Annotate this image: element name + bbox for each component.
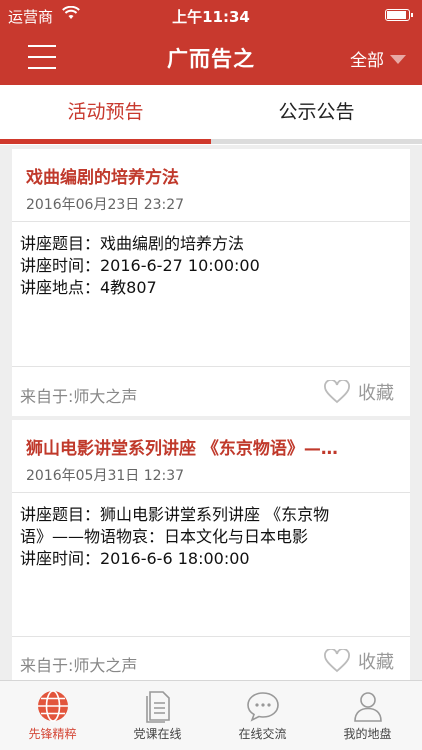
item-source: 来自于:师大之声	[20, 387, 138, 406]
user-icon	[354, 692, 382, 722]
tabbar-item-chat[interactable]: 在线交流	[210, 681, 315, 750]
clock: 上午11:34	[172, 8, 250, 26]
nav-bar: 广而告之 全部	[0, 30, 422, 85]
event-list[interactable]: 戏曲编剧的培养方法 2016年06月23日 23:27 讲座题目：戏曲编剧的培养…	[0, 145, 422, 680]
tabbar-label: 在线交流	[238, 727, 287, 741]
heart-icon	[324, 649, 350, 673]
document-icon	[146, 691, 170, 723]
tab-announcements[interactable]: 公示公告	[211, 85, 422, 141]
item-body: 讲座题目：狮山电影讲堂系列讲座 《东京物 语》——物语物哀：日本文化与日本电影 …	[20, 504, 400, 570]
favorite-label: 收藏	[358, 383, 394, 404]
tabbar-item-party-class[interactable]: 党课在线	[105, 681, 210, 750]
divider	[12, 366, 410, 367]
item-title: 狮山电影讲堂系列讲座 《东京物语》—…	[26, 439, 338, 459]
filter-label: 全部	[350, 51, 384, 71]
divider	[12, 492, 410, 493]
tab-indicator-track	[211, 139, 422, 144]
chevron-down-icon	[390, 55, 406, 64]
bottom-tab-bar: 先锋精粹 党课在线 在线交流 我的地盘	[0, 680, 422, 750]
list-item[interactable]: 狮山电影讲堂系列讲座 《东京物语》—… 2016年05月31日 12:37 讲座…	[12, 420, 410, 680]
tab-activity-preview[interactable]: 活动预告	[0, 85, 211, 141]
status-bar: 运营商 上午11:34	[0, 0, 422, 30]
item-body-line: 讲座时间：2016-6-27 10:00:00	[20, 256, 260, 275]
item-date: 2016年05月31日 12:37	[26, 468, 185, 484]
item-body-line: 讲座题目：戏曲编剧的培养方法	[20, 234, 245, 253]
tabbar-item-vanguard[interactable]: 先锋精粹	[0, 681, 105, 750]
item-body-line: 语》——物语物哀：日本文化与日本电影	[20, 527, 309, 546]
favorite-label: 收藏	[358, 652, 394, 673]
segment-tabs: 活动预告 公示公告	[0, 85, 422, 145]
item-body-line: 讲座题目：狮山电影讲堂系列讲座 《东京物	[20, 505, 330, 524]
divider	[12, 636, 410, 637]
filter-dropdown[interactable]: 全部	[350, 46, 406, 71]
item-body-line: 讲座地点：4教807	[20, 278, 157, 297]
tabbar-label: 我的地盘	[343, 727, 392, 741]
battery-icon	[385, 9, 413, 21]
divider	[12, 221, 410, 222]
favorite-button[interactable]: 收藏	[324, 648, 394, 674]
item-body: 讲座题目：戏曲编剧的培养方法 讲座时间：2016-6-27 10:00:00 讲…	[20, 233, 400, 299]
list-item[interactable]: 戏曲编剧的培养方法 2016年06月23日 23:27 讲座题目：戏曲编剧的培养…	[12, 149, 410, 416]
item-source: 来自于:师大之声	[20, 656, 138, 675]
item-title: 戏曲编剧的培养方法	[26, 168, 179, 188]
item-body-line: 讲座时间：2016-6-6 18:00:00	[20, 549, 250, 568]
tabbar-item-my-space[interactable]: 我的地盘	[315, 681, 420, 750]
heart-icon	[324, 380, 350, 404]
chat-bubble-icon	[247, 692, 279, 722]
globe-icon	[38, 690, 68, 722]
item-date: 2016年06月23日 23:27	[26, 197, 185, 213]
active-tab-indicator	[0, 139, 211, 144]
tabbar-label: 党课在线	[133, 727, 182, 741]
tabbar-label: 先锋精粹	[28, 727, 77, 741]
favorite-button[interactable]: 收藏	[324, 379, 394, 405]
